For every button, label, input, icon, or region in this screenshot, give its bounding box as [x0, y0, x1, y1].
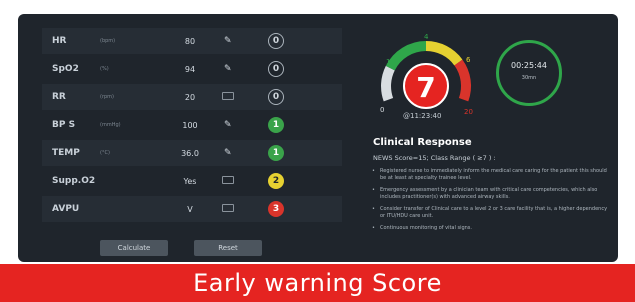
countdown-timer: 00:25:44 30mn: [496, 40, 562, 106]
table-row-hr: HR (bpm) 80 ✎ 0: [42, 28, 342, 54]
gauge-tick-6: 6: [466, 56, 471, 64]
gauge-arc-grey: [381, 65, 395, 102]
row-name: Supp.O2: [52, 176, 96, 186]
keyboard-icon[interactable]: [222, 204, 234, 212]
clinical-response-title: Clinical Response: [373, 137, 472, 148]
title-banner: Early warning Score: [0, 264, 635, 302]
row-unit: (mmHg): [100, 122, 121, 128]
row-value[interactable]: Yes: [172, 177, 208, 186]
list-item: Continuous monitoring of vital signs.: [370, 225, 610, 232]
edit-icon[interactable]: ✎: [224, 148, 232, 158]
score-badge: 1: [268, 145, 284, 161]
app-frame: HR (bpm) 80 ✎ 0 SpO2 (%) 94 ✎ 0 RR (rpm)…: [0, 0, 635, 302]
row-value[interactable]: V: [172, 205, 208, 214]
timer-label: 30mn: [521, 75, 537, 81]
gauge-tick-4: 4: [424, 33, 429, 41]
gauge-arc-yellow: [425, 40, 463, 66]
row-unit: (bpm): [100, 38, 116, 44]
row-value[interactable]: 20: [172, 93, 208, 102]
table-row-rr: RR (rpm) 20 0: [42, 84, 342, 110]
score-value: 7: [416, 71, 435, 104]
row-name: BP S: [52, 120, 76, 130]
keyboard-icon[interactable]: [222, 92, 234, 100]
timer-value: 00:25:44: [511, 61, 547, 70]
row-value[interactable]: 94: [172, 65, 208, 74]
gauge-tick-20: 20: [464, 108, 473, 116]
row-value[interactable]: 80: [172, 37, 208, 46]
gauge-tick-0: 0: [380, 106, 384, 114]
banner-title: Early warning Score: [193, 269, 442, 297]
list-item: Emergency assessment by a clinician team…: [370, 187, 610, 201]
table-row-spo2: SpO2 (%) 94 ✎ 0: [42, 56, 342, 82]
list-item: Consider transfer of Clinical care to a …: [370, 206, 610, 220]
reset-button[interactable]: Reset: [194, 240, 262, 256]
clinical-response-list: Registered nurse to immediately inform t…: [370, 168, 610, 237]
calculate-button[interactable]: Calculate: [100, 240, 168, 256]
row-unit: (°C): [100, 150, 110, 156]
row-name: TEMP: [52, 148, 80, 158]
edit-icon[interactable]: ✎: [224, 36, 232, 46]
keyboard-icon[interactable]: [222, 176, 234, 184]
row-name: SpO2: [52, 64, 79, 74]
score-timestamp: @11:23:40: [403, 112, 442, 120]
edit-icon[interactable]: ✎: [224, 64, 232, 74]
row-value[interactable]: 36.0: [172, 149, 208, 158]
score-badge: 0: [268, 33, 284, 49]
row-value[interactable]: 100: [172, 121, 208, 130]
gauge-arc-red: [454, 59, 472, 102]
row-unit: (rpm): [100, 94, 115, 100]
score-badge: 0: [268, 89, 284, 105]
table-row-bps: BP S (mmHg) 100 ✎ 1: [42, 112, 342, 138]
main-panel: HR (bpm) 80 ✎ 0 SpO2 (%) 94 ✎ 0 RR (rpm)…: [18, 14, 618, 262]
score-badge: 1: [268, 117, 284, 133]
edit-icon[interactable]: ✎: [224, 120, 232, 130]
gauge-tick-1: 1: [386, 58, 390, 66]
clinical-response-subtitle: NEWS Score=15; Class Range ( ≥7 ) :: [373, 154, 496, 162]
list-item: Registered nurse to immediately inform t…: [370, 168, 610, 182]
row-name: HR: [52, 36, 67, 46]
row-unit: (%): [100, 66, 109, 72]
score-badge: 0: [268, 61, 284, 77]
score-badge: 3: [268, 201, 284, 217]
row-name: RR: [52, 92, 66, 102]
table-row-temp: TEMP (°C) 36.0 ✎ 1: [42, 140, 342, 166]
score-badge: 2: [268, 173, 284, 189]
table-row-supp-o2: Supp.O2 Yes 2: [42, 168, 342, 194]
table-row-avpu: AVPU V 3: [42, 196, 342, 222]
row-name: AVPU: [52, 204, 80, 214]
